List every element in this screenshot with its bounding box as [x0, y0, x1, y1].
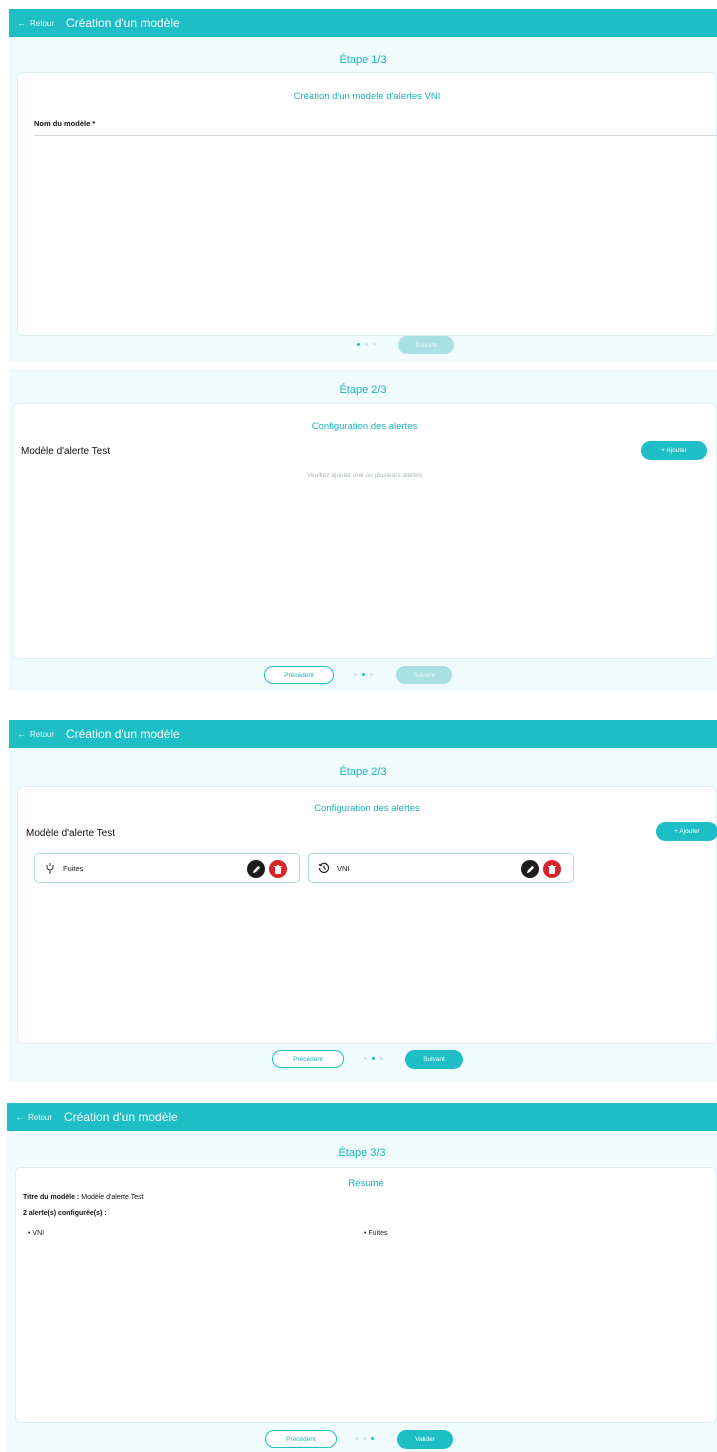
summary-item-label: VNI: [32, 1230, 45, 1237]
add-alert-button[interactable]: + Ajouter: [641, 441, 707, 460]
next-button[interactable]: Suivant: [405, 1050, 463, 1069]
pager-dot-1: [354, 673, 357, 676]
model-name: Modèle d'alerte Test: [21, 446, 110, 457]
alerts-config-card: Configuration des alertes Modèle d'alert…: [17, 786, 717, 1044]
pager-dot-2: [363, 1437, 366, 1440]
validate-button[interactable]: Valider: [397, 1430, 453, 1449]
pencil-icon: [526, 865, 534, 873]
card-title: Résumé: [348, 1178, 384, 1189]
pager-dot-1: [355, 1437, 358, 1440]
trash-icon: [548, 864, 556, 874]
previous-button[interactable]: Précédent: [272, 1050, 344, 1068]
pager-dot-3: [370, 673, 373, 676]
pager-dot-2: [362, 673, 365, 676]
alerts-config-card: Configuration des alertes Modèle d'alert…: [12, 403, 717, 659]
top-bar: ← Retour Création d'un modèle: [9, 9, 717, 37]
back-label: Retour: [28, 1112, 53, 1122]
step-indicator: Étape 3/3: [338, 1147, 386, 1159]
pencil-icon: [252, 865, 260, 873]
next-button[interactable]: Suivant: [398, 336, 454, 354]
arrow-left-icon: ←: [17, 18, 26, 28]
pager-dot-3: [371, 1437, 374, 1440]
screen-step-1: ← Retour Création d'un modèle Étape 1/3 …: [9, 9, 717, 361]
summary-item-label: Fuites: [368, 1230, 388, 1237]
leak-icon: [43, 861, 57, 875]
card-title: Configuration des alertes: [311, 421, 418, 432]
back-button[interactable]: ← Retour: [15, 1112, 52, 1122]
model-name-input[interactable]: [34, 135, 717, 136]
arrow-left-icon: ←: [15, 1112, 24, 1122]
summary-title-line: Titre du modèle : Modèle d'alerte Test: [23, 1194, 144, 1201]
delete-alert-button[interactable]: [269, 860, 287, 878]
model-form-card: Création d'un modèle d'alertes VNI Nom d…: [17, 72, 717, 336]
arrow-left-icon: ←: [17, 729, 26, 739]
pager-dots: [357, 343, 376, 346]
pager-dot-1: [357, 343, 360, 346]
alert-name: VNI: [337, 863, 350, 873]
previous-button[interactable]: Précédent: [265, 1430, 337, 1448]
screen-step-3: ← Retour Création d'un modèle Étape 3/3 …: [7, 1103, 717, 1452]
screen-step-2-filled: ← Retour Création d'un modèle Étape 2/3 …: [9, 720, 717, 1081]
alert-name: Fuites: [63, 863, 84, 873]
page-title: Création d'un modèle: [66, 16, 180, 30]
summary-item: • Fuites: [364, 1230, 388, 1237]
pager-dots: [364, 1057, 383, 1060]
back-button[interactable]: ← Retour: [17, 18, 54, 28]
pager-dot-3: [380, 1057, 383, 1060]
empty-hint: Veuillez ajouter une ou plusieurs alerte…: [307, 472, 422, 479]
step-indicator: Étape 1/3: [339, 54, 387, 66]
step-indicator: Étape 2/3: [339, 766, 387, 778]
pager-dot-2: [365, 343, 368, 346]
pager-dot-1: [364, 1057, 367, 1060]
step-indicator: Étape 2/3: [339, 384, 387, 396]
edit-alert-button[interactable]: [247, 860, 265, 878]
model-name-label: Nom du modèle *: [34, 119, 96, 128]
summary-count: 2 alerte(s) configurée(s) :: [23, 1210, 107, 1217]
top-bar: ← Retour Création d'un modèle: [7, 1103, 717, 1131]
pager-dot-2: [372, 1057, 375, 1060]
alert-card-fuites[interactable]: Fuites: [34, 853, 300, 883]
top-bar: ← Retour Création d'un modèle: [9, 720, 717, 748]
history-icon: [317, 861, 331, 875]
next-button[interactable]: Suivant: [396, 666, 452, 684]
summary-title-value: Modèle d'alerte Test: [81, 1194, 144, 1201]
summary-title-label: Titre du modèle :: [23, 1194, 80, 1201]
previous-button[interactable]: Précédent: [264, 666, 334, 684]
delete-alert-button[interactable]: [543, 860, 561, 878]
summary-item: • VNI: [28, 1230, 45, 1237]
edit-alert-button[interactable]: [521, 860, 539, 878]
trash-icon: [274, 864, 282, 874]
card-title: Configuration des alertes: [314, 803, 420, 814]
pager-dots: [354, 673, 373, 676]
alert-card-vni[interactable]: VNI: [308, 853, 574, 883]
model-name: Modèle d'alerte Test: [26, 828, 115, 839]
back-label: Retour: [30, 18, 55, 28]
screen-step-2-empty: Étape 2/3 Configuration des alertes Modè…: [9, 369, 717, 691]
back-button[interactable]: ← Retour: [17, 729, 54, 739]
pager-dot-3: [373, 343, 376, 346]
summary-card: Résumé Titre du modèle : Modèle d'alerte…: [15, 1167, 717, 1423]
back-label: Retour: [30, 729, 55, 739]
pager-dots: [355, 1437, 374, 1440]
page-title: Création d'un modèle: [66, 727, 180, 741]
page-title: Création d'un modèle: [64, 1110, 178, 1124]
add-alert-button[interactable]: + Ajouter: [656, 822, 717, 841]
card-title: Création d'un modèle d'alertes VNI: [293, 91, 441, 102]
summary-count-label: 2 alerte(s) configurée(s) :: [23, 1210, 107, 1217]
